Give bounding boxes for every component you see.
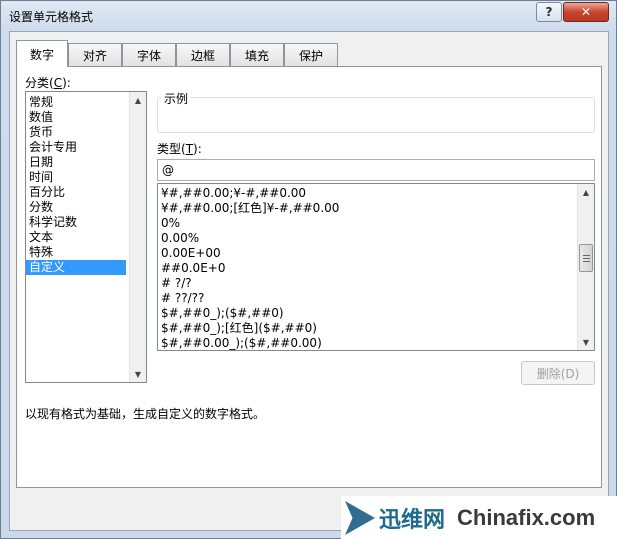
format-scrollbar[interactable]: ▲ ▼ (577, 184, 594, 350)
tab-alignment[interactable]: 对齐 (68, 43, 122, 66)
category-item-date[interactable]: 日期 (26, 155, 146, 170)
number-tab-panel: 分类(C): 常规 数值 货币 会计专用 日期 时间 百分比 分数 科学记数 文… (16, 66, 602, 488)
tab-fill[interactable]: 填充 (230, 43, 284, 66)
format-item[interactable]: 0.00E+00 (158, 246, 594, 261)
format-item[interactable]: # ??/?? (158, 291, 594, 306)
dialog-title: 设置单元格格式 (9, 10, 94, 24)
category-scrollbar[interactable]: ▲ ▼ (129, 92, 146, 382)
watermark-logo-icon (345, 501, 375, 535)
scroll-down-icon[interactable]: ▼ (578, 334, 594, 350)
category-item-number[interactable]: 数值 (26, 110, 146, 125)
category-item-percentage[interactable]: 百分比 (26, 185, 146, 200)
format-item[interactable]: ##0.0E+0 (158, 261, 594, 276)
format-item[interactable]: 0% (158, 216, 594, 231)
scroll-up-icon[interactable]: ▲ (130, 92, 146, 108)
format-item[interactable]: # ?/? (158, 276, 594, 291)
tab-number[interactable]: 数字 (16, 40, 68, 67)
category-item-currency[interactable]: 货币 (26, 125, 146, 140)
scroll-up-icon[interactable]: ▲ (578, 184, 594, 200)
format-listbox[interactable]: ¥#,##0.00;¥-#,##0.00 ¥#,##0.00;[红色]¥-#,#… (157, 183, 595, 351)
category-item-scientific[interactable]: 科学记数 (26, 215, 146, 230)
category-item-special[interactable]: 特殊 (26, 245, 146, 260)
tab-border[interactable]: 边框 (176, 43, 230, 66)
format-item[interactable]: $#,##0_);[红色]($#,##0) (158, 321, 594, 336)
format-item[interactable]: ¥#,##0.00;¥-#,##0.00 (158, 186, 594, 201)
format-item[interactable]: 0.00% (158, 231, 594, 246)
category-label: 分类(C): (25, 76, 71, 90)
category-item-custom[interactable]: 自定义 (26, 260, 126, 275)
format-item[interactable]: ¥#,##0.00;[红色]¥-#,##0.00 (158, 201, 594, 216)
scroll-thumb[interactable] (579, 244, 593, 272)
category-listbox[interactable]: 常规 数值 货币 会计专用 日期 时间 百分比 分数 科学记数 文本 特殊 自定… (25, 91, 147, 383)
delete-button[interactable]: 删除(D) (521, 361, 595, 385)
type-input[interactable]: @ (157, 159, 595, 181)
watermark-cn: 迅维网 (379, 508, 446, 533)
sample-group (157, 97, 595, 133)
format-item[interactable]: $#,##0.00_);($#,##0.00) (158, 336, 594, 350)
sample-label: 示例 (161, 90, 192, 107)
dialog-body: 数字 对齐 字体 边框 填充 保护 分类(C): 常规 数值 货币 会计专用 日… (9, 31, 609, 531)
title-bar[interactable]: 设置单元格格式 ? ✕ (1, 1, 616, 31)
category-item-text[interactable]: 文本 (26, 230, 146, 245)
format-description: 以现有格式为基础，生成自定义的数字格式。 (25, 407, 266, 421)
scroll-down-icon[interactable]: ▼ (130, 366, 146, 382)
category-item-time[interactable]: 时间 (26, 170, 146, 185)
help-icon: ? (545, 5, 553, 19)
format-item[interactable]: $#,##0_);($#,##0) (158, 306, 594, 321)
close-icon: ✕ (580, 5, 592, 19)
tab-protection[interactable]: 保护 (284, 43, 338, 66)
type-label: 类型(T): (157, 142, 202, 156)
category-item-general[interactable]: 常规 (26, 95, 146, 110)
help-button[interactable]: ? (536, 2, 562, 22)
category-item-accounting[interactable]: 会计专用 (26, 140, 146, 155)
format-cells-dialog: 设置单元格格式 ? ✕ 数字 对齐 字体 边框 填充 保护 分类(C): 常规 … (0, 0, 617, 539)
tab-font[interactable]: 字体 (122, 43, 176, 66)
watermark-en: Chinafix.com (457, 505, 596, 530)
close-button[interactable]: ✕ (563, 2, 609, 22)
watermark: 迅维网 Chinafix.com (341, 496, 617, 539)
category-item-fraction[interactable]: 分数 (26, 200, 146, 215)
